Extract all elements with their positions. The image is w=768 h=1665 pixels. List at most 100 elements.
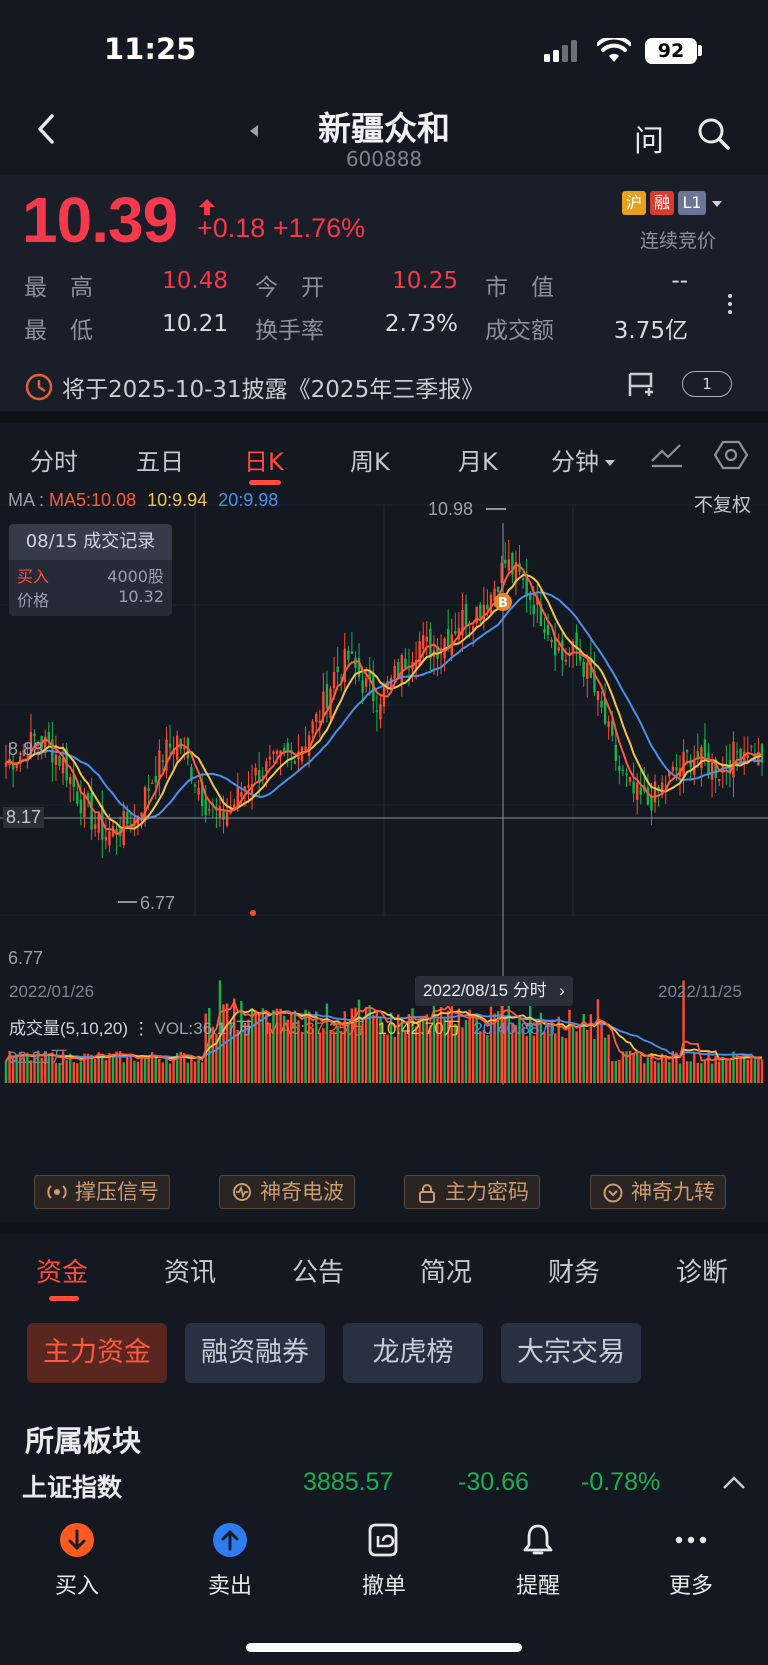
volume-bar (200, 1062, 204, 1083)
sell-button[interactable]: 卖出 (180, 1522, 280, 1600)
indicator-toggle-icon[interactable] (650, 441, 684, 469)
tab-daily-k[interactable]: 日K (244, 442, 284, 477)
index-change-pct: -0.78% (581, 1468, 661, 1496)
magic-nine-label: 神奇九转 (631, 1180, 715, 1204)
chip-margin[interactable]: 融资融券 (185, 1323, 325, 1383)
tab-weekly-k[interactable]: 周K (350, 442, 390, 477)
candle-body (311, 721, 314, 734)
candle-body (147, 788, 150, 791)
volume-bar (553, 1033, 557, 1083)
tab-diagnosis[interactable]: 诊断 (676, 1252, 728, 1289)
price-change: +0.18 +1.76% (197, 213, 365, 244)
announcement-count[interactable]: 1 (682, 371, 732, 397)
support-resistance-button[interactable]: 撑压信号 (34, 1175, 170, 1209)
candle-body (322, 691, 325, 718)
volume-bar (386, 1034, 389, 1083)
volume-bar (133, 1060, 136, 1083)
volume-bar (725, 1060, 728, 1083)
cursor-date-button[interactable]: 2022/08/15 分时 › (415, 976, 573, 1006)
cancel-order-button[interactable]: 撤单 (334, 1522, 434, 1600)
volume-bar (586, 1029, 589, 1083)
stat-label-amount: 成交额 (485, 318, 554, 344)
y-axis-bottom: 6.77 (8, 948, 44, 968)
announcement-text[interactable]: 将于2025-10-31披露《2025年三季报》 (62, 370, 484, 404)
tab-monthly-k[interactable]: 月K (458, 442, 498, 477)
tab-financials[interactable]: 财务 (548, 1252, 600, 1289)
lock-icon (419, 1184, 435, 1203)
tab-five-day[interactable]: 五日 (136, 442, 184, 477)
trade-price-label: 价格 (17, 591, 50, 610)
volume-bar (300, 1031, 304, 1083)
candle-body (507, 559, 511, 571)
volume-bar (696, 1062, 700, 1083)
buy-marker-label: B (498, 596, 508, 611)
ma-legend: MA : MA5:10.08 10:9.94 20:9.98 (8, 490, 279, 510)
tab-profile[interactable]: 简况 (420, 1252, 472, 1289)
adjust-mode[interactable]: 不复权 (694, 490, 751, 517)
candle-body (208, 809, 211, 811)
candle-body (489, 594, 493, 614)
candle-body (557, 647, 560, 651)
chip-block-trade[interactable]: 大宗交易 (501, 1323, 641, 1383)
volume-bar (703, 1060, 707, 1083)
tab-minute[interactable]: 分钟 (551, 442, 615, 477)
share-flag-icon[interactable] (627, 370, 657, 398)
tab-news[interactable]: 资讯 (164, 1252, 216, 1289)
event-dot (250, 910, 256, 916)
candle-body (479, 604, 482, 618)
tab-announcements[interactable]: 公告 (292, 1252, 344, 1289)
chip-main-funds[interactable]: 主力资金 (27, 1323, 167, 1383)
collapse-chevron-icon[interactable] (722, 1475, 746, 1491)
buy-button[interactable]: 买入 (27, 1522, 127, 1600)
candle-body (735, 751, 739, 753)
volume-bar (143, 1056, 147, 1083)
volume-bar (136, 1061, 140, 1083)
tab-funds[interactable]: 资金 (36, 1252, 88, 1289)
candle-body (718, 779, 721, 781)
magic-nine-button[interactable]: 神奇九转 (590, 1175, 726, 1209)
candle-body (393, 666, 396, 679)
chart-settings-icon[interactable] (714, 440, 748, 470)
candle-body (93, 824, 97, 829)
volume-bar (101, 1053, 104, 1083)
ask-button[interactable]: 问 (634, 116, 664, 160)
last-price: 10.39 (22, 184, 178, 256)
index-name[interactable]: 上证指数 (22, 1468, 122, 1504)
candle-body (543, 629, 546, 633)
volume-bar (193, 1061, 197, 1083)
volume-bar (678, 1063, 682, 1083)
volume-bar (685, 1061, 689, 1083)
candle-body (350, 651, 354, 654)
alert-button[interactable]: 提醒 (488, 1522, 588, 1600)
more-button[interactable]: 更多 (641, 1522, 741, 1600)
volume-bar (746, 1059, 749, 1083)
stat-value-open: 10.25 (392, 268, 458, 294)
main-force-code-button[interactable]: 主力密码 (404, 1175, 540, 1209)
candle-body (496, 586, 500, 592)
volume-bar (710, 1063, 714, 1083)
volume-bar (718, 1061, 721, 1083)
volume-bar (568, 1009, 571, 1083)
market-badges[interactable]: 沪融 L1 (622, 191, 722, 215)
more-stats-icon[interactable] (728, 290, 734, 318)
stat-label-low: 最 低 (24, 318, 93, 344)
stat-label-turnover: 换手率 (255, 318, 324, 344)
volume-bar (104, 1060, 108, 1083)
volume-bar (653, 1061, 657, 1083)
chip-dragon-tiger[interactable]: 龙虎榜 (343, 1323, 483, 1383)
volume-bar (147, 1056, 150, 1083)
volume-bar (668, 1062, 671, 1083)
volume-bar (689, 1061, 692, 1083)
candle-body (254, 767, 257, 776)
index-change: -30.66 (458, 1468, 529, 1496)
volume-bar (76, 1063, 79, 1083)
search-icon[interactable] (697, 117, 731, 151)
buy-icon (60, 1523, 94, 1557)
candle-body (596, 691, 600, 700)
trade-record-title: 08/15 成交记录 (9, 524, 172, 560)
volume-bar (197, 1055, 200, 1083)
tab-intraday[interactable]: 分时 (30, 442, 78, 477)
magic-wave-button[interactable]: 神奇电波 (219, 1175, 355, 1209)
candle-body (739, 748, 742, 764)
candle-body (464, 604, 468, 627)
